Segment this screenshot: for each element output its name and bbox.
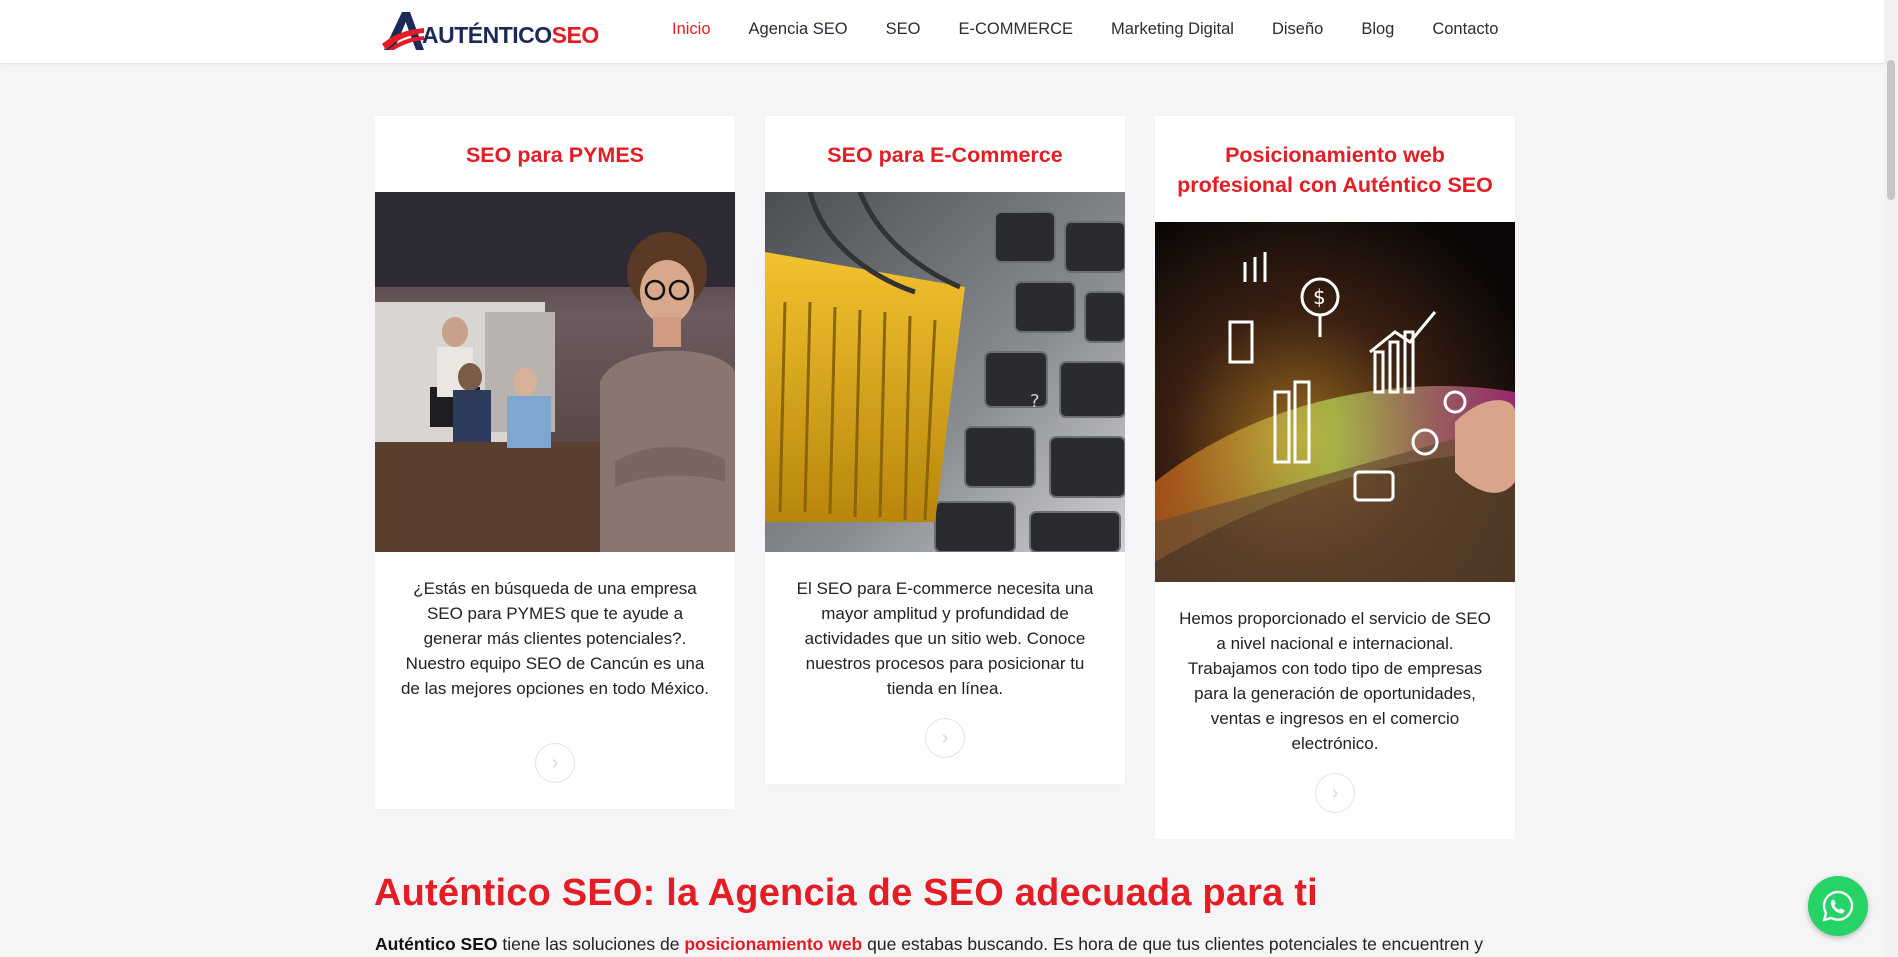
section-intro: Auténtico SEO tiene las soluciones de po… — [375, 934, 1515, 955]
nav-item-agencia-seo[interactable]: Agencia SEO — [749, 20, 848, 39]
card-description: ¿Estás en búsqueda de una empresa SEO pa… — [400, 579, 710, 698]
card-description: Hemos proporcionado el servicio de SEO a… — [1179, 609, 1491, 753]
svg-text:?: ? — [1030, 391, 1040, 412]
card-image-ecommerce: ? — [765, 192, 1125, 552]
main-nav: Inicio Agencia SEO SEO E-COMMERCE Market… — [672, 0, 1536, 58]
nav-item-seo[interactable]: SEO — [886, 20, 921, 39]
digital-marketing-tablet-photo: $ — [1155, 222, 1515, 582]
page-scrollbar[interactable] — [1884, 0, 1898, 957]
chevron-right-icon[interactable]: › — [925, 718, 965, 758]
intro-text-2: que estabas buscando. Es hora de que tus… — [862, 934, 1483, 954]
card-title[interactable]: Posicionamiento web profesional con Auté… — [1155, 140, 1515, 200]
svg-text:$: $ — [1313, 285, 1326, 309]
card-image-posicionamiento: $ — [1155, 222, 1515, 582]
section-title: Auténtico SEO: la Agencia de SEO adecuad… — [374, 872, 1318, 914]
scrollbar-thumb[interactable] — [1887, 60, 1895, 200]
logo-mark-icon — [382, 12, 424, 50]
service-card-ecommerce: SEO para E-Commerce ? El SEO para E-comm… — [765, 116, 1125, 784]
chevron-right-icon[interactable]: › — [535, 743, 575, 783]
card-title[interactable]: SEO para E-Commerce — [765, 140, 1125, 170]
site-logo[interactable]: AUTÉNTICOSEO — [380, 8, 599, 52]
chevron-right-icon[interactable]: › — [1315, 773, 1355, 813]
intro-brand: Auténtico SEO — [375, 934, 498, 954]
whatsapp-button[interactable] — [1808, 876, 1868, 936]
nav-item-contacto[interactable]: Contacto — [1432, 20, 1498, 39]
nav-item-diseno[interactable]: Diseño — [1272, 20, 1323, 39]
logo-text-seo: SEO — [551, 21, 600, 48]
whatsapp-icon — [1822, 890, 1854, 922]
nav-item-marketing-digital[interactable]: Marketing Digital — [1111, 20, 1234, 39]
team-office-photo — [375, 192, 735, 552]
shopping-basket-keyboard-photo: ? — [765, 192, 1125, 552]
nav-item-blog[interactable]: Blog — [1361, 20, 1394, 39]
card-title[interactable]: SEO para PYMES — [375, 140, 735, 170]
card-image-pymes — [375, 192, 735, 552]
nav-item-ecommerce[interactable]: E-COMMERCE — [958, 20, 1073, 39]
logo-text-autentico: AUTÉNTICO — [422, 21, 552, 48]
service-card-posicionamiento: Posicionamiento web profesional con Auté… — [1155, 116, 1515, 839]
logo-wordmark: AUTÉNTICOSEO — [422, 22, 599, 49]
card-description: El SEO para E-commerce necesita una mayo… — [796, 579, 1094, 698]
nav-item-inicio[interactable]: Inicio — [672, 20, 711, 39]
posicionamiento-web-link[interactable]: posicionamiento web — [684, 934, 862, 954]
site-header: AUTÉNTICOSEO Inicio Agencia SEO SEO E-CO… — [0, 0, 1898, 64]
service-card-pymes: SEO para PYMES ¿Estás en búsqueda de una… — [375, 116, 735, 809]
intro-text-1: tiene las soluciones de — [497, 934, 685, 954]
